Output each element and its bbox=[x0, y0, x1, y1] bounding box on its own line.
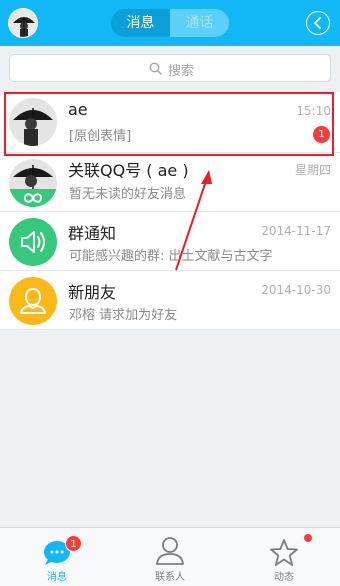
person-icon bbox=[20, 287, 46, 314]
speaker-icon bbox=[21, 231, 45, 253]
tab-contacts-label: 联系人 bbox=[155, 572, 185, 583]
message-time: 2014-11-17 bbox=[261, 224, 331, 238]
last-message: 暂无未读的好友消息 bbox=[69, 187, 187, 202]
last-message: 可能感兴趣的群: 出土文献与古文字 bbox=[69, 249, 273, 264]
message-call-switch: 消息 通话 bbox=[111, 9, 229, 37]
tab-messages-bottom[interactable]: 消息 1 bbox=[17, 528, 97, 586]
star-icon bbox=[270, 539, 298, 566]
back-button[interactable] bbox=[306, 11, 330, 35]
conversation-row-linked-qq[interactable]: 关联QQ号 ( ae ) 暂无未读的好友消息 星期四 bbox=[0, 153, 340, 212]
avatar[interactable] bbox=[8, 8, 38, 38]
contacts-icon bbox=[156, 537, 184, 565]
avatar-image bbox=[9, 9, 37, 37]
avatar bbox=[9, 218, 57, 266]
message-time: 2014-10-30 bbox=[261, 283, 331, 297]
search-area: 搜索 bbox=[0, 46, 340, 90]
chat-bubble-icon bbox=[44, 541, 70, 565]
search-placeholder: 搜索 bbox=[168, 64, 195, 79]
conversation-row-group-notice[interactable]: 群通知 可能感兴趣的群: 出土文献与古文字 2014-11-17 bbox=[0, 212, 340, 271]
tab-moments[interactable]: 动态 bbox=[244, 528, 324, 586]
moments-dot bbox=[304, 534, 312, 542]
message-time: 星期四 bbox=[294, 163, 331, 177]
contact-name: 关联QQ号 ( ae ) bbox=[68, 161, 189, 180]
linked-account-avatar bbox=[9, 159, 57, 207]
tab-calls[interactable]: 通话 bbox=[170, 9, 229, 37]
contact-name: 新朋友 bbox=[68, 283, 117, 302]
top-bar: 消息 通话 bbox=[0, 0, 340, 46]
last-message: 邓榕 请求加为好友 bbox=[69, 308, 178, 323]
bottom-tab-bar: 消息 1 联系人 动态 bbox=[0, 527, 340, 586]
avatar bbox=[9, 277, 57, 325]
contact-name: 群通知 bbox=[68, 224, 117, 243]
search-icon bbox=[149, 62, 162, 75]
messages-badge: 1 bbox=[65, 535, 82, 552]
chevron-left-icon bbox=[314, 17, 321, 29]
tab-messages-label: 消息 bbox=[47, 572, 67, 583]
avatar bbox=[9, 159, 57, 207]
highlight-box bbox=[4, 92, 334, 156]
tab-messages[interactable]: 消息 bbox=[111, 9, 170, 37]
tab-contacts[interactable]: 联系人 bbox=[130, 528, 210, 586]
conversation-row-new-friend[interactable]: 新朋友 邓榕 请求加为好友 2014-10-30 bbox=[0, 271, 340, 330]
tab-moments-label: 动态 bbox=[274, 572, 294, 583]
search-input[interactable]: 搜索 bbox=[9, 54, 331, 82]
